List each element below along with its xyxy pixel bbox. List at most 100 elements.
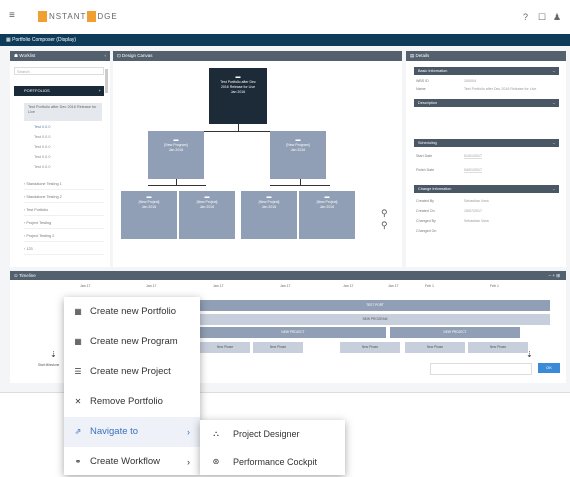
tree-subitem[interactable]: Test 0.0.0 (34, 155, 50, 159)
collapse-icon[interactable]: – (553, 139, 555, 147)
menu-item-create-program[interactable]: ▦ Create new Program (64, 327, 200, 357)
field-label: Changed On (416, 229, 437, 233)
submenu-item-project-designer[interactable]: ⛬ Project Designer (200, 420, 345, 448)
menu-item-create-workflow[interactable]: ⚭ Create Workflow › (64, 447, 200, 477)
help-icon[interactable]: ? (523, 12, 528, 22)
program-node-date: Jan 2016 (168, 148, 184, 152)
wrench-icon[interactable]: ⚲ (381, 220, 388, 231)
field-value: Sebastian Voss (464, 219, 489, 223)
worklist-search-input[interactable]: Search (14, 67, 104, 75)
tree-item[interactable]: › Project Testing (24, 218, 104, 229)
tree-item[interactable]: › Project Testing 2 (24, 231, 104, 242)
scheduling-section[interactable]: Scheduling – (414, 139, 559, 147)
program-node[interactable]: ▬ [New Program] Jan 2016 (270, 131, 326, 179)
milestone-pin-icon[interactable]: ⇣ (50, 350, 57, 359)
connector (270, 185, 330, 186)
program-node[interactable]: ▬ [New Program] Jan 2016 (148, 131, 204, 179)
tree-subitem[interactable]: Test 0.0.0 (34, 125, 50, 129)
add-icon[interactable]: + (99, 86, 101, 96)
worklist-panel: ☗ Worklist ‹ Search PORTFOLIOS + Test Por… (10, 51, 110, 267)
project-node[interactable]: ▬ [New Project] Jan 2016 (299, 191, 355, 239)
chat-icon[interactable]: ☐ (538, 12, 546, 22)
timeline-bar[interactable]: NEW PROJECT (200, 327, 386, 338)
tree-item-label: Project Testing (26, 221, 52, 225)
timeline-header: ⊙ Timeline – + ⊞ (10, 271, 566, 280)
page-title: Portfolio Composer (Display) (12, 37, 77, 43)
collapse-icon[interactable]: – (553, 185, 555, 193)
month-label: Feb 1 (490, 284, 499, 288)
month-label: Jan 17 (146, 284, 157, 288)
project-node[interactable]: ▬ [New Project] Jan 2016 (179, 191, 235, 239)
tree-item-label: Project Testing 2 (26, 234, 55, 238)
user-icon[interactable]: ♟ (553, 12, 561, 22)
wrench-icon[interactable]: ⚲ (381, 208, 388, 219)
timeline-bar[interactable]: TEST PORT (200, 300, 550, 311)
month-label: Jan 17 (280, 284, 291, 288)
phase-bar[interactable]: New Phase (468, 342, 528, 353)
close-icon: ✕ (74, 397, 82, 406)
tree-subitem[interactable]: Test 0.0.0 (34, 165, 50, 169)
external-link-icon: ⇗ (74, 427, 82, 436)
menu-item-label: Remove Portfolio (90, 396, 163, 407)
phase-bar[interactable]: New Phase (340, 342, 400, 353)
hierarchy-icon: ⛬ (213, 429, 219, 438)
phase-bar[interactable]: New Phase (253, 342, 303, 353)
menu-item-navigate-to[interactable]: ⇗ Navigate to › (64, 417, 200, 447)
list-icon: ☰ (74, 367, 82, 376)
hamburger-menu-icon[interactable]: ≡ (9, 11, 19, 21)
field-label: Name (416, 87, 426, 91)
phase-bar[interactable]: New Phase (405, 342, 465, 353)
month-label: Jan 17 (213, 284, 224, 288)
collapse-icon[interactable]: – (553, 67, 555, 75)
tree-item[interactable]: › 123 (24, 244, 104, 255)
tree-item-label: Standalone Testing 2 (26, 195, 62, 199)
timeline-title: Timeline (18, 273, 36, 278)
tree-subitem[interactable]: Test 0.0.0 (34, 135, 50, 139)
workflow-icon: ⚭ (74, 457, 82, 466)
project-node[interactable]: ▬ [New Project] Jan 2016 (121, 191, 177, 239)
field-label: WBS ID (416, 79, 429, 83)
portfolio-section-header[interactable]: PORTFOLIOS + (14, 86, 104, 96)
zoom-controls-icon[interactable]: – + ⊞ (549, 271, 560, 280)
context-menu: ▦ Create new Portfolio ▦ Create new Prog… (64, 297, 200, 475)
phase-bar[interactable]: New Phase (200, 342, 250, 353)
logo-mark-icon (87, 11, 97, 23)
tree-item[interactable]: › Standalone Testing 1 (24, 179, 104, 190)
change-info-section[interactable]: Change Information – (414, 185, 559, 193)
project-node[interactable]: ▬ [New Project] Jan 2016 (241, 191, 297, 239)
scrollbar[interactable] (105, 69, 108, 93)
tree-item-label: Standalone Testing 1 (26, 182, 62, 186)
submenu-item-performance-cockpit[interactable]: ⊛ Performance Cockpit (200, 448, 345, 476)
tree-item-label: Test Portfolio (26, 208, 49, 212)
month-label: Jan 17 (343, 284, 354, 288)
timeline-input[interactable] (430, 363, 532, 375)
collapse-icon[interactable]: – (553, 99, 555, 107)
canvas-header: ⊡ Design Canvas (113, 51, 402, 61)
menu-item-remove-portfolio[interactable]: ✕ Remove Portfolio (64, 387, 200, 417)
month-label: Jan 17 (388, 284, 399, 288)
basic-info-section[interactable]: Basic Information – (414, 67, 559, 75)
tree-subitem[interactable]: Test 0.0.0 (34, 145, 50, 149)
menu-item-create-project[interactable]: ☰ Create new Project (64, 357, 200, 387)
tree-item[interactable]: › Standalone Testing 2 (24, 192, 104, 203)
timeline-bar[interactable]: NEW PROJECT (390, 327, 520, 338)
field-value: 15/07/2017 (464, 209, 482, 213)
section-title: Basic Information (418, 69, 448, 73)
logo-text-1: NSTANT (49, 12, 87, 21)
milestone-pin-icon[interactable]: ⇣ (526, 350, 533, 359)
menu-item-label: Create new Program (90, 336, 178, 347)
menu-item-create-portfolio[interactable]: ▦ Create new Portfolio (64, 297, 200, 327)
menu-item-label: Navigate to (90, 426, 139, 437)
worklist-header: ☗ Worklist ‹ (10, 51, 110, 61)
finish-date-field[interactable]: 04/01/2017 (464, 168, 482, 173)
selected-portfolio-item[interactable]: Test Portfolio after Dec 2016 Release fo… (24, 103, 102, 121)
ok-button[interactable]: OK (538, 363, 560, 373)
description-section[interactable]: Description – (414, 99, 559, 107)
timeline-bar[interactable]: NEW PROGRAM (200, 314, 550, 325)
start-date-field[interactable]: 01/01/2017 (464, 154, 482, 159)
details-header: ▤ Details (406, 51, 566, 61)
root-node[interactable]: ▬ Test Portfolio after Dec 2016 Release … (209, 68, 267, 124)
tree-item[interactable]: › Test Portfolio (24, 205, 104, 216)
collapse-icon[interactable]: ‹ (105, 51, 107, 61)
details-title: Details (415, 53, 430, 58)
